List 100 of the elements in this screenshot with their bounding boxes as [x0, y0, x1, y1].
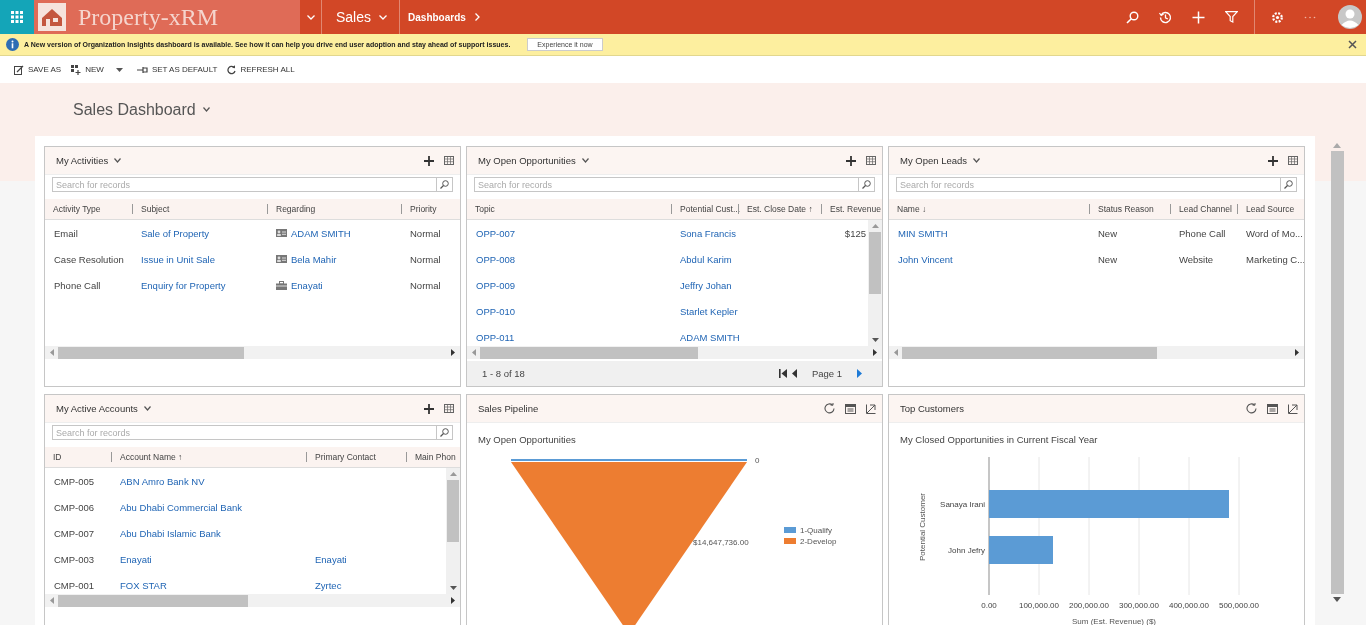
caret-icon[interactable]: [202, 107, 210, 112]
record-link[interactable]: Abu Dhabi Islamic Bank: [120, 527, 221, 539]
previous-page-icon[interactable]: [791, 369, 797, 378]
column-header[interactable]: Lead Channel: [1179, 204, 1232, 214]
column-header[interactable]: Account Name ↑: [120, 452, 183, 462]
record-link[interactable]: Bela Mahir: [291, 253, 337, 265]
column-header[interactable]: Activity Type: [53, 204, 101, 214]
close-icon[interactable]: [1348, 40, 1357, 49]
scrollbar-thumb[interactable]: [58, 346, 244, 359]
record-link[interactable]: MIN SMITH: [898, 227, 948, 239]
caret-icon[interactable]: [115, 67, 123, 72]
column-header[interactable]: Potential Cust...: [680, 204, 740, 214]
record-link[interactable]: Enquiry for Property: [141, 279, 226, 291]
dashboard-selector[interactable]: Sales Dashboard: [73, 100, 210, 119]
scrollbar-thumb[interactable]: [58, 594, 248, 607]
column-header[interactable]: Status Reason: [1098, 204, 1154, 214]
next-page-icon[interactable]: [857, 369, 862, 378]
view-selector[interactable]: My Open Opportunities: [478, 155, 589, 166]
scroll-up-icon[interactable]: [871, 224, 879, 228]
record-link[interactable]: Starlet Kepler: [680, 305, 738, 317]
refresh-icon[interactable]: [1246, 403, 1257, 414]
search-field[interactable]: Search for records: [52, 425, 437, 440]
search-button[interactable]: [859, 177, 875, 192]
scroll-down-icon[interactable]: [1333, 597, 1341, 602]
record-link[interactable]: Jeffry Johan: [680, 279, 732, 291]
app-grid-icon[interactable]: [11, 11, 23, 23]
record-link[interactable]: Enayati: [120, 553, 152, 565]
view-selector[interactable]: My Activities: [56, 155, 122, 166]
scroll-left-icon[interactable]: [894, 349, 898, 356]
column-header[interactable]: Lead Source: [1246, 204, 1295, 214]
settings-icon[interactable]: [1271, 10, 1284, 24]
chevron-icon[interactable]: [474, 13, 480, 21]
column-header[interactable]: Main Phon: [415, 452, 456, 462]
record-link[interactable]: Issue in Unit Sale: [141, 253, 215, 265]
record-link[interactable]: ADAM SMITH: [680, 331, 740, 343]
new-icon[interactable]: [71, 64, 82, 75]
column-header[interactable]: Priority: [410, 204, 437, 214]
search-icon[interactable]: [862, 180, 871, 189]
edit-icon[interactable]: [14, 64, 24, 75]
scroll-right-icon[interactable]: [451, 597, 455, 604]
record-link[interactable]: John Vincent: [898, 253, 953, 265]
scroll-right-icon[interactable]: [873, 349, 877, 356]
scroll-right-icon[interactable]: [451, 349, 455, 356]
search-icon[interactable]: [440, 180, 449, 189]
record-link[interactable]: Sona Francis: [680, 227, 736, 239]
record-link[interactable]: FOX STAR: [120, 579, 167, 591]
expand-icon[interactable]: [866, 403, 876, 414]
scrollbar-thumb[interactable]: [869, 232, 881, 294]
command-button[interactable]: SAVE AS: [14, 64, 62, 75]
caret-icon[interactable]: [114, 158, 122, 163]
record-link[interactable]: Abdul Karim: [680, 253, 732, 265]
scroll-left-icon[interactable]: [50, 349, 54, 356]
search-field[interactable]: Search for records: [474, 177, 859, 192]
scroll-up-icon[interactable]: [449, 472, 457, 476]
search-icon[interactable]: [1126, 10, 1139, 24]
record-link[interactable]: Enayati: [315, 553, 347, 565]
search-button[interactable]: [1281, 177, 1297, 192]
history-icon[interactable]: [1159, 10, 1172, 24]
search-button[interactable]: [437, 177, 453, 192]
scroll-left-icon[interactable]: [50, 597, 54, 604]
column-header[interactable]: Name ↓: [897, 204, 927, 214]
refresh-icon[interactable]: [227, 64, 237, 75]
horizontal-scrollbar[interactable]: [467, 346, 882, 359]
pin-icon[interactable]: [136, 65, 148, 74]
record-link[interactable]: OPP-008: [476, 253, 516, 265]
column-header[interactable]: Topic: [475, 204, 495, 214]
command-button[interactable]: SET AS DEFAULT: [136, 65, 218, 74]
plus-icon[interactable]: [424, 403, 434, 414]
scroll-down-icon[interactable]: [449, 586, 457, 590]
search-icon[interactable]: [1284, 180, 1293, 189]
view-records-icon[interactable]: [1267, 403, 1278, 414]
view-selector[interactable]: My Open Leads: [900, 155, 981, 166]
grid-icon[interactable]: [444, 404, 454, 413]
grid-icon[interactable]: [1288, 156, 1298, 165]
horizontal-scrollbar[interactable]: [889, 346, 1304, 359]
search-button[interactable]: [437, 425, 453, 440]
record-link[interactable]: OPP-009: [476, 279, 516, 291]
record-link[interactable]: ADAM SMITH: [291, 227, 351, 239]
search-field[interactable]: Search for records: [896, 177, 1281, 192]
column-header[interactable]: Est. Revenue: [830, 204, 882, 214]
plus-icon[interactable]: [424, 155, 434, 166]
avatar-icon[interactable]: [1338, 5, 1362, 29]
breadcrumb-link[interactable]: Dashboards: [400, 11, 480, 23]
horizontal-scrollbar[interactable]: [45, 346, 460, 359]
filter-icon[interactable]: [1225, 11, 1238, 23]
plus-icon[interactable]: [846, 155, 856, 166]
scroll-left-icon[interactable]: [472, 349, 476, 356]
caret-icon[interactable]: [581, 158, 589, 163]
refresh-icon[interactable]: [824, 403, 835, 414]
record-link[interactable]: Enayati: [291, 279, 323, 291]
expand-icon[interactable]: [1288, 403, 1298, 414]
scrollbar-thumb[interactable]: [480, 346, 698, 359]
record-link[interactable]: OPP-011: [476, 331, 515, 343]
caret-icon[interactable]: [973, 158, 981, 163]
view-records-icon[interactable]: [845, 403, 856, 414]
column-header[interactable]: ID: [53, 452, 62, 462]
column-header[interactable]: Est. Close Date ↑: [747, 204, 813, 214]
scrollbar-thumb[interactable]: [447, 480, 459, 542]
scrollbar-thumb[interactable]: [902, 346, 1157, 359]
record-link[interactable]: ABN Amro Bank NV: [120, 475, 205, 487]
